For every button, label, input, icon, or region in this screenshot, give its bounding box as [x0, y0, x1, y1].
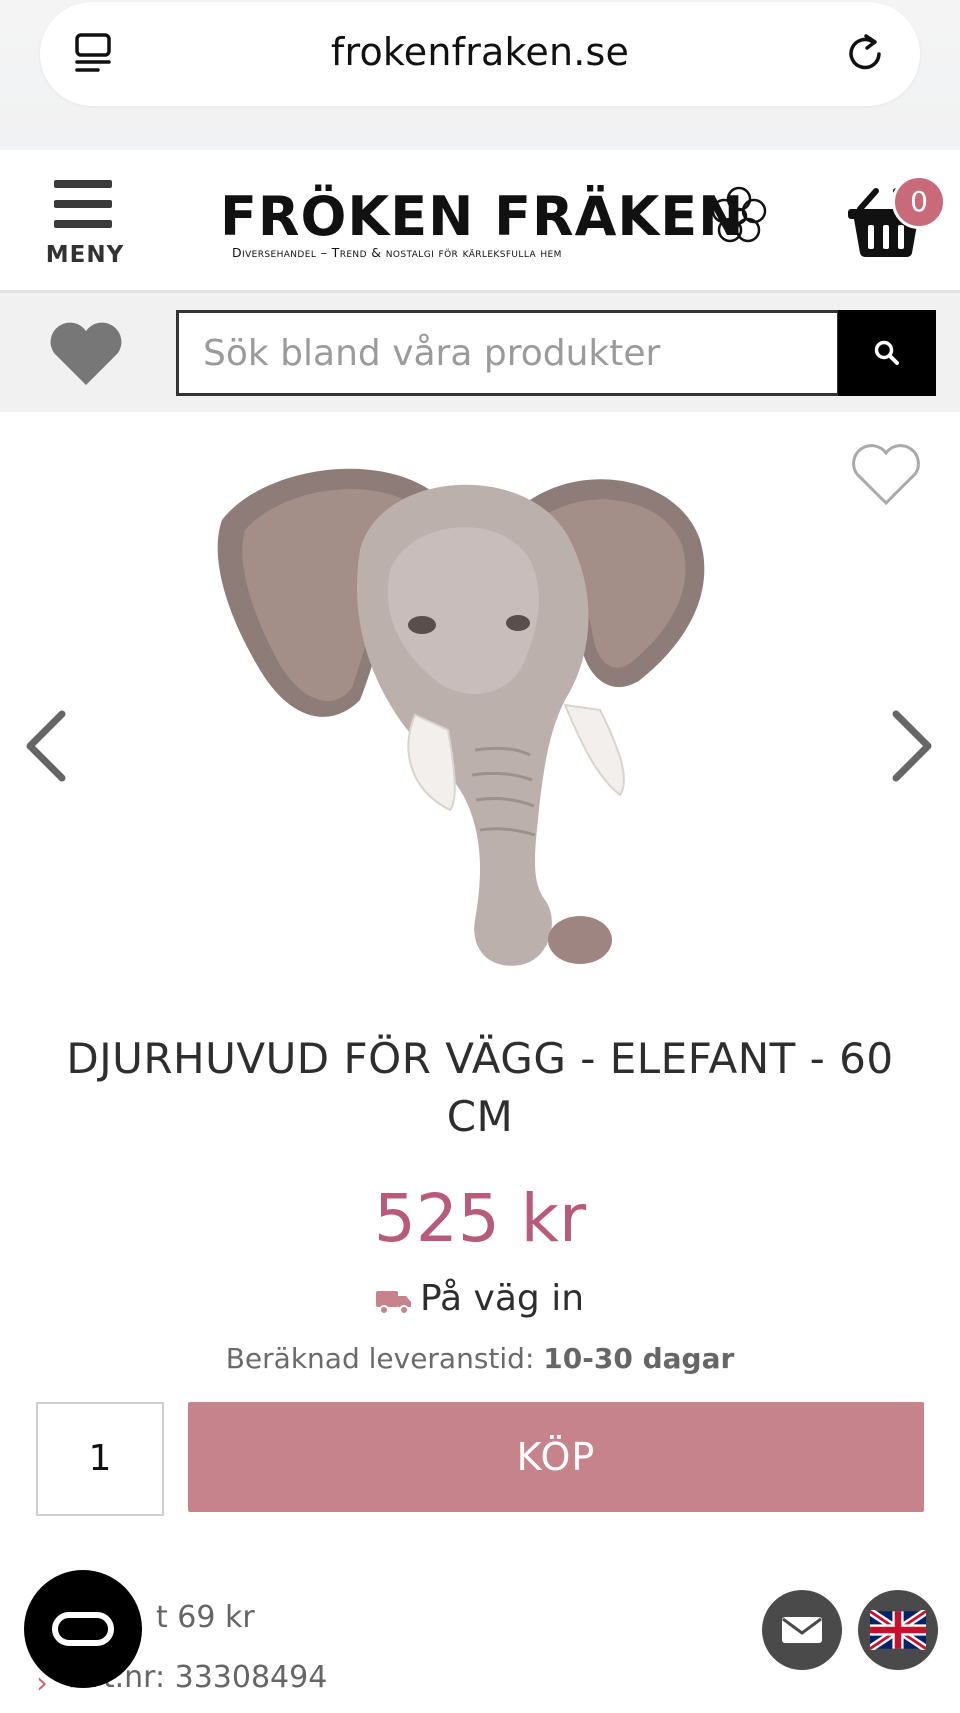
- stock-status: På väg in: [0, 1278, 960, 1319]
- search-button[interactable]: [838, 310, 936, 396]
- delivery-truck-icon: [375, 1291, 411, 1315]
- buy-button[interactable]: KÖP: [188, 1402, 924, 1512]
- wishlist-heart-icon[interactable]: [48, 321, 124, 387]
- url-text[interactable]: frokenfraken.se: [40, 30, 920, 74]
- quantity-input[interactable]: 1: [36, 1402, 164, 1516]
- delivery-value: 10-30 dagar: [543, 1342, 735, 1375]
- uk-flag-icon: [870, 1610, 926, 1650]
- url-pill[interactable]: frokenfraken.se: [40, 2, 920, 106]
- reload-icon[interactable]: [846, 32, 888, 76]
- shipping-text: t 69 kr: [156, 1600, 255, 1635]
- search-row: [0, 293, 960, 412]
- search-icon: [874, 340, 899, 365]
- chat-link-icon: [52, 1612, 114, 1646]
- search-input[interactable]: [179, 313, 839, 393]
- delivery-label: Beräknad leveranstid:: [225, 1342, 535, 1375]
- email-button[interactable]: [762, 1590, 842, 1670]
- logo-tagline: Diversehandel – Trend & nostalgi för kär…: [232, 245, 562, 260]
- flower-icon: [711, 186, 767, 243]
- site-logo[interactable]: FRÖKEN FRÄKEN Diversehandel – Trend & no…: [218, 185, 770, 273]
- add-to-favorites-heart-icon[interactable]: [850, 443, 922, 507]
- search-box: [176, 310, 840, 396]
- mail-icon: [782, 1617, 822, 1643]
- menu-label: MENY: [45, 242, 125, 268]
- cart-count-badge: 0: [892, 175, 946, 229]
- logo-text: FRÖKEN FRÄKEN: [220, 185, 745, 248]
- product-image[interactable]: [200, 430, 760, 1010]
- product-title: DJURHUVUD FÖR VÄGG - ELEFANT - 60 CM: [66, 1034, 894, 1141]
- browser-address-bar: frokenfraken.se: [0, 0, 960, 150]
- delivery-time: Beräknad leveranstid: 10-30 dagar: [0, 1342, 960, 1375]
- cart-button[interactable]: 0: [846, 175, 946, 265]
- site-header: MENY FRÖKEN FRÄKEN Diversehandel – Trend…: [0, 150, 960, 293]
- chat-button[interactable]: [24, 1570, 142, 1688]
- previous-image-arrow-icon[interactable]: [24, 710, 68, 782]
- product-price: 525 kr: [373, 1180, 587, 1257]
- menu-button[interactable]: MENY: [40, 180, 130, 280]
- stock-status-text: På väg in: [419, 1278, 585, 1319]
- hamburger-icon: [54, 180, 112, 230]
- language-button[interactable]: [858, 1590, 938, 1670]
- next-image-arrow-icon[interactable]: [890, 710, 934, 782]
